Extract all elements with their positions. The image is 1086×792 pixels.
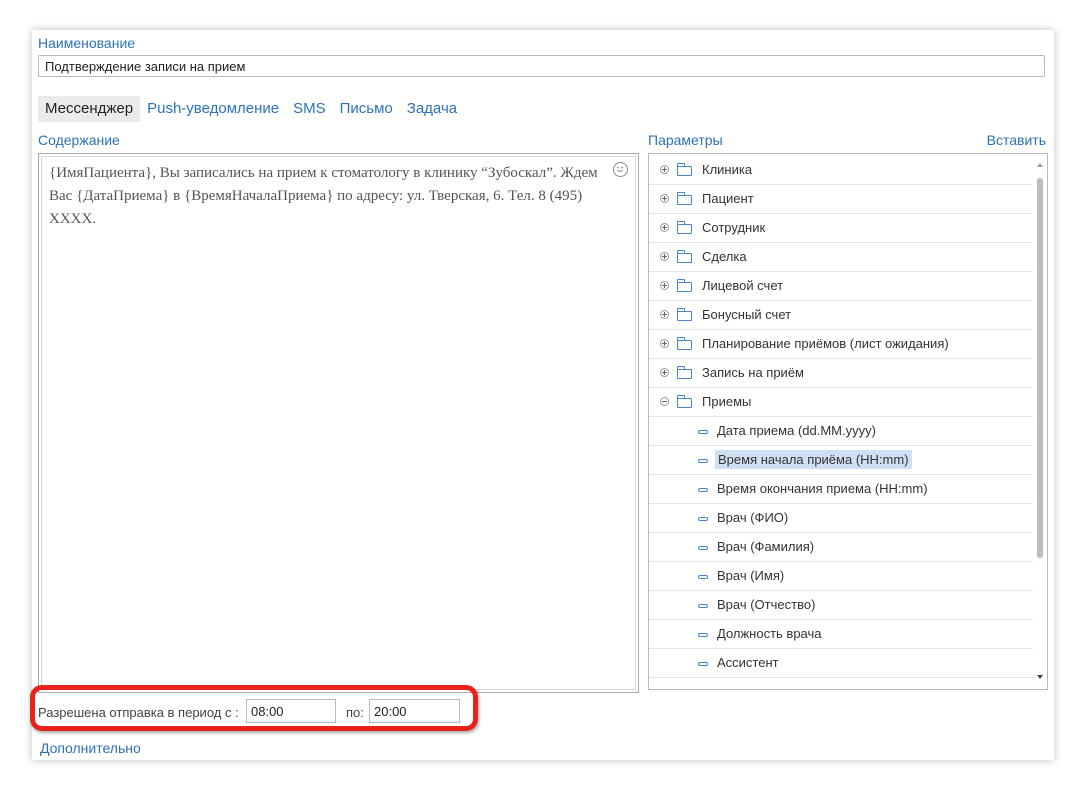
tree-item-selected[interactable]: Время начала приёма (HH:mm) [649,446,1033,475]
tree-group-label: Приемы [702,394,752,409]
expand-icon[interactable] [660,252,669,261]
content-editor-inner [41,156,636,690]
tree-item[interactable]: Врач (Фамилия) [649,533,1033,562]
tree-item-label: Дата приема (dd.MM.yyyy) [717,423,876,438]
tree-item-partial[interactable] [649,678,1033,689]
field-icon [698,575,708,579]
scroll-thumb[interactable] [1037,178,1043,558]
tree-group-label: Планирование приёмов (лист ожидания) [702,336,949,351]
folder-icon [676,279,692,292]
name-label: Наименование [38,35,136,51]
tree-item-label: Время начала приёма (HH:mm) [715,450,912,469]
tree-item[interactable]: Ассистент [649,649,1033,678]
tree-item-label: Врач (Отчество) [717,597,816,612]
tree-item-label: Должность врача [717,626,822,641]
name-input[interactable] [38,55,1045,77]
folder-icon [676,366,692,379]
params-label: Параметры [648,132,723,148]
tab-push[interactable]: Push-уведомление [140,96,286,122]
folder-icon [676,395,692,408]
channel-tabs: Мессенджер Push-уведомление SMS Письмо З… [38,96,464,122]
field-icon [698,662,708,666]
tree-group-label: Лицевой счет [702,278,784,293]
tree-group-waiting-list[interactable]: Планирование приёмов (лист ожидания) [649,330,1033,359]
tree-group-employee[interactable]: Сотрудник [649,214,1033,243]
tree-item[interactable]: Время окончания приема (HH:mm) [649,475,1033,504]
tree-group-personal-account[interactable]: Лицевой счет [649,272,1033,301]
folder-icon [676,221,692,234]
params-tree: Клиника Пациент Сотрудник Сделка Лицевой… [648,153,1048,690]
folder-icon [676,250,692,263]
additional-link[interactable]: Дополнительно [40,740,141,756]
tree-group-bonus-account[interactable]: Бонусный счет [649,301,1033,330]
field-icon [698,488,708,492]
tree-group-label: Клиника [702,162,753,177]
expand-icon[interactable] [660,223,669,232]
tree-item-label: Врач (Фамилия) [717,539,815,554]
field-icon [698,546,708,550]
tab-task[interactable]: Задача [400,96,464,122]
tree-group-label: Сотрудник [702,220,766,235]
expand-icon[interactable] [660,281,669,290]
tree-group-clinic[interactable]: Клиника [649,156,1033,185]
scroll-up-arrow-icon[interactable] [1037,163,1043,167]
content-editor[interactable]: {ИмяПациента}, Вы записались на прием к … [38,153,639,693]
tree-group-deal[interactable]: Сделка [649,243,1033,272]
content-label: Содержание [38,132,120,148]
tree-item[interactable]: Должность врача [649,620,1033,649]
period-from-input[interactable] [246,699,336,723]
tree-item[interactable]: Врач (Отчество) [649,591,1033,620]
field-icon [698,459,708,463]
tree-group-label: Сделка [702,249,747,264]
tree-item-label: Время окончания приема (HH:mm) [717,481,928,496]
tree-group-label: Пациент [702,191,754,206]
folder-icon [676,337,692,350]
expand-icon[interactable] [660,310,669,319]
tab-email[interactable]: Письмо [333,96,400,122]
expand-icon[interactable] [660,339,669,348]
period-label: Разрешена отправка в период с : [38,705,239,720]
tab-sms[interactable]: SMS [286,96,333,122]
folder-icon [676,192,692,205]
smiley-icon[interactable] [613,162,628,177]
tree-group-label: Бонусный счет [702,307,792,322]
folder-icon [676,163,692,176]
tree-item-label: Врач (ФИО) [717,510,789,525]
period-to-input[interactable] [369,699,460,723]
period-to-label: по: [346,705,364,720]
tree-item[interactable]: Врач (Имя) [649,562,1033,591]
field-icon [698,633,708,637]
expand-icon[interactable] [660,194,669,203]
tree-group-booking[interactable]: Запись на приём [649,359,1033,388]
tree-group-label: Запись на приём [702,365,804,380]
tree-item-label: Ассистент [717,655,779,670]
tree-item-label: Врач (Имя) [717,568,785,583]
field-icon [698,604,708,608]
folder-icon [676,308,692,321]
field-icon [698,430,708,434]
expand-icon[interactable] [660,368,669,377]
params-scrollbar[interactable] [1033,154,1047,689]
content-text[interactable]: {ИмяПациента}, Вы записались на прием к … [49,162,614,231]
tree-group-patient[interactable]: Пациент [649,185,1033,214]
scroll-down-arrow-icon[interactable] [1037,675,1043,679]
collapse-icon[interactable] [660,397,669,406]
insert-link[interactable]: Вставить [987,132,1046,148]
tab-messenger[interactable]: Мессенджер [38,96,141,122]
tree-item[interactable]: Врач (ФИО) [649,504,1033,533]
notification-template-panel: Наименование Мессенджер Push-уведомление… [30,30,1054,760]
expand-icon[interactable] [660,165,669,174]
tree-item[interactable]: Дата приема (dd.MM.yyyy) [649,417,1033,446]
field-icon [698,517,708,521]
tree-group-appointments[interactable]: Приемы [649,388,1033,417]
